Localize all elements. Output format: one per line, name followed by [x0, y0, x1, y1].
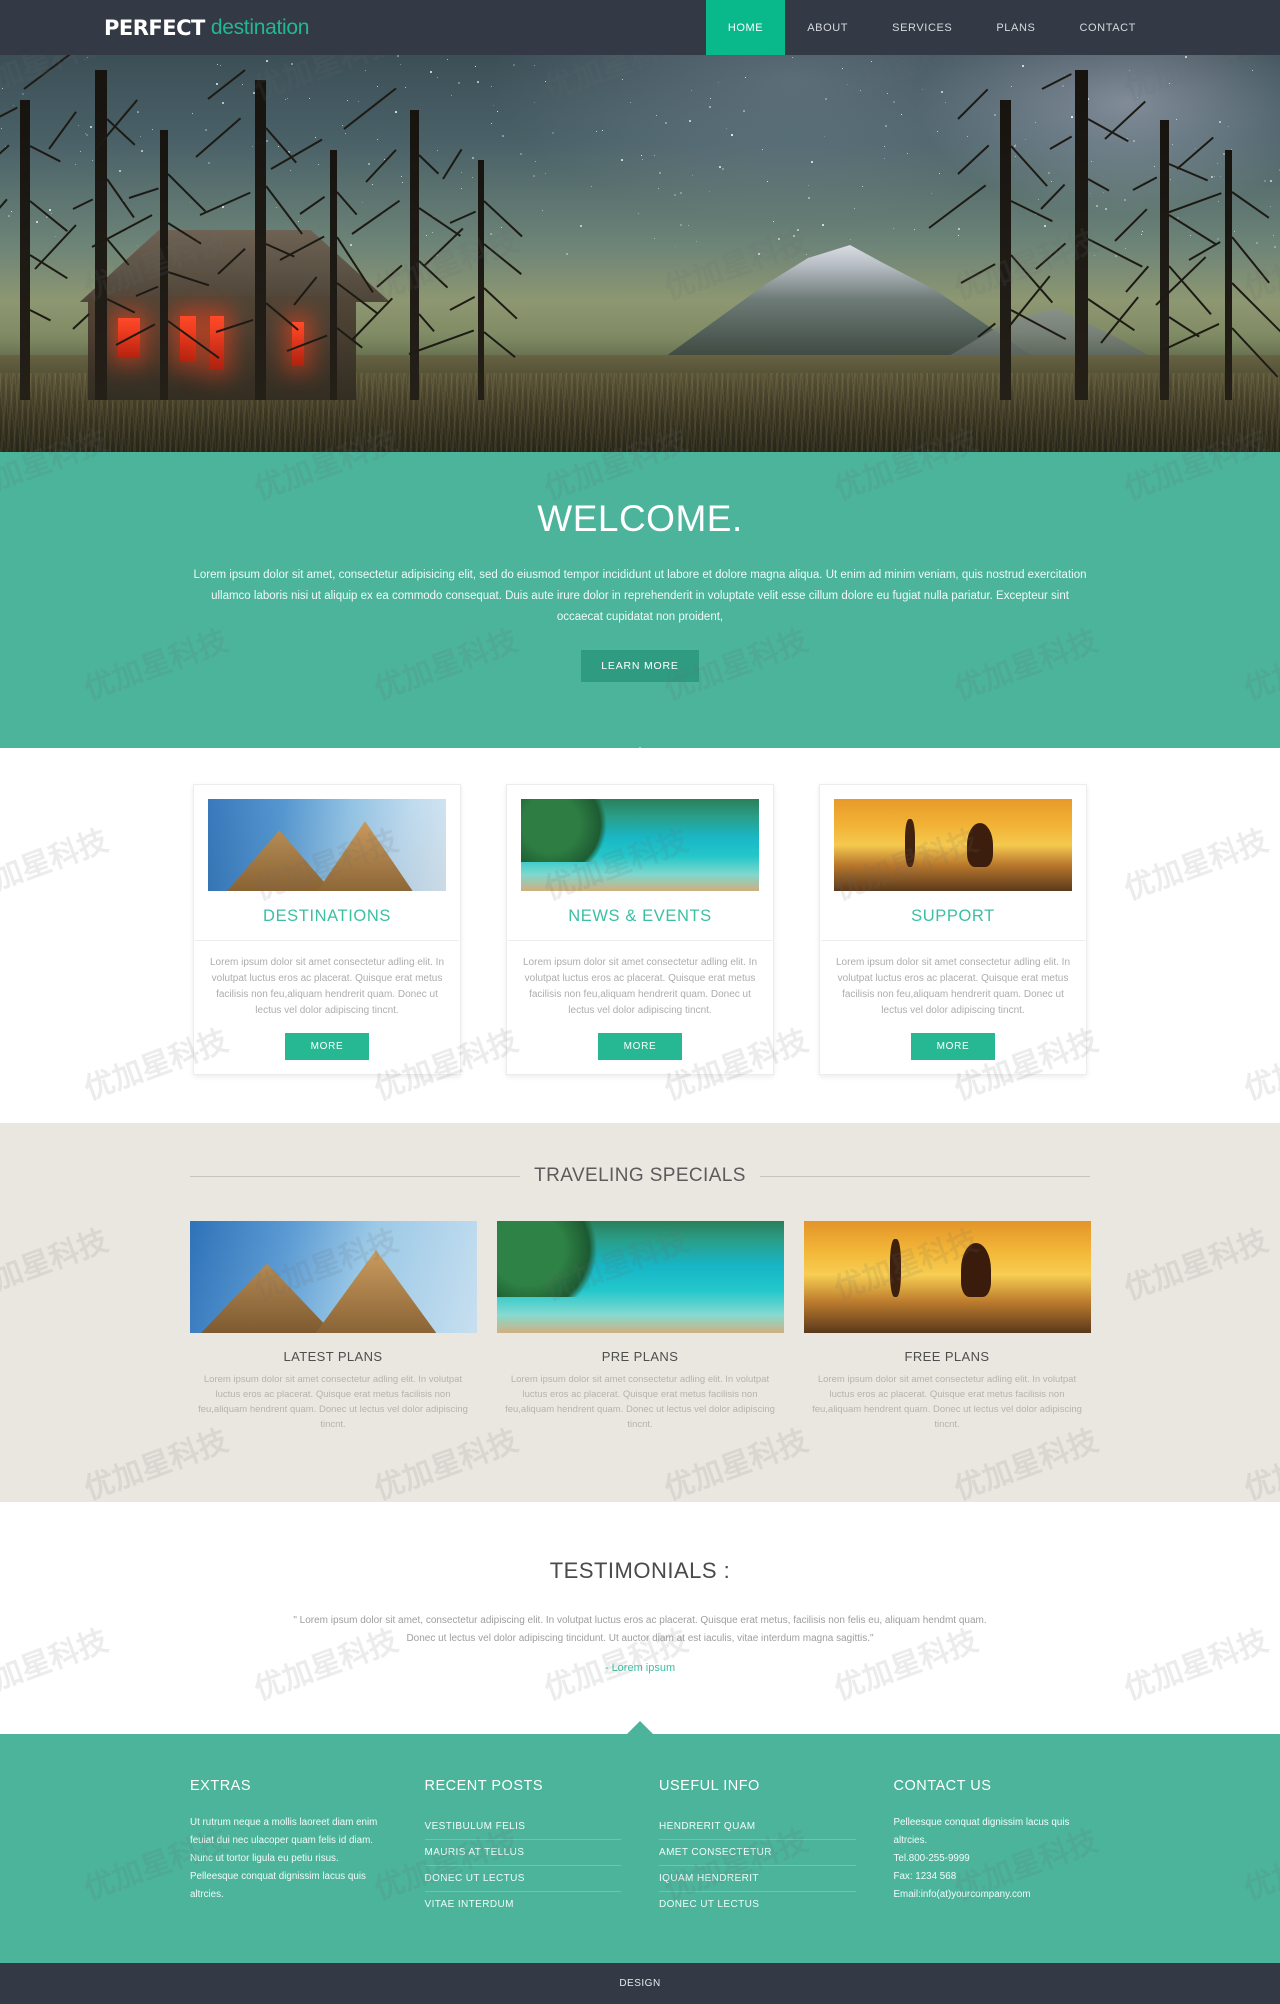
contact-telephone: Tel.800-255-9999	[894, 1850, 1091, 1868]
testimonial-quote: " Lorem ipsum dolor sit amet, consectetu…	[280, 1612, 1000, 1648]
list-item[interactable]: DONEC UT LECTUS	[425, 1866, 622, 1892]
footer-heading-contact-us: CONTACT US	[894, 1778, 1091, 1794]
footer-column-recent-posts: RECENT POSTS VESTIBULUM FELIS MAURIS AT …	[425, 1778, 622, 1917]
site-footer: EXTRAS Ut rutrum neque a mollis laoreet …	[0, 1734, 1280, 1963]
nav-item-services[interactable]: SERVICES	[870, 0, 974, 55]
card-image-beach	[521, 799, 759, 891]
list-item[interactable]: IQUAM HENDRERIT	[659, 1866, 856, 1892]
service-card-support[interactable]: SUPPORT Lorem ipsum dolor sit amet conse…	[819, 784, 1087, 1075]
footer-column-useful-info: USEFUL INFO HENDRERIT QUAM AMET CONSECTE…	[659, 1778, 856, 1917]
nav-item-about[interactable]: ABOUT	[785, 0, 870, 55]
useful-info-list: HENDRERIT QUAM AMET CONSECTETUR IQUAM HE…	[659, 1814, 856, 1917]
list-item[interactable]: VESTIBULUM FELIS	[425, 1814, 622, 1840]
hero-banner	[0, 55, 1280, 452]
special-title: PRE PLANS	[497, 1333, 784, 1372]
card-title: SUPPORT	[821, 891, 1085, 941]
testimonial-author: - Lorem ipsum	[0, 1662, 1280, 1674]
hero-foreground-shadow	[0, 332, 1280, 452]
specials-heading-row: TRAVELING SPECIALS	[190, 1165, 1090, 1187]
card-text: Lorem ipsum dolor sit amet consectetur a…	[820, 941, 1086, 1019]
footer-heading-recent-posts: RECENT POSTS	[425, 1778, 622, 1794]
learn-more-button[interactable]: LEARN MORE	[581, 650, 698, 682]
list-item[interactable]: MAURIS AT TELLUS	[425, 1840, 622, 1866]
footer-bottom-bar: DESIGN	[0, 1963, 1280, 2004]
divider-right	[760, 1176, 1090, 1177]
testimonials-section: TESTIMONIALS : " Lorem ipsum dolor sit a…	[0, 1502, 1280, 1734]
list-item[interactable]: VITAE INTERDUM	[425, 1892, 622, 1917]
testimonials-heading: TESTIMONIALS :	[0, 1558, 1280, 1584]
contact-blurb: Pelleesque conquat dignissim lacus quis …	[894, 1814, 1091, 1850]
card-title: DESTINATIONS	[195, 891, 459, 941]
card-more-button[interactable]: MORE	[285, 1033, 370, 1060]
special-title: FREE PLANS	[804, 1333, 1091, 1372]
service-card-destinations[interactable]: DESTINATIONS Lorem ipsum dolor sit amet …	[193, 784, 461, 1075]
design-credit: DESIGN	[619, 1978, 660, 1989]
special-text: Lorem ipsum dolor sit amet consectetur a…	[190, 1372, 477, 1432]
service-cards-section: DESTINATIONS Lorem ipsum dolor sit amet …	[0, 748, 1280, 1123]
logo-text-strong: PERFECT	[104, 16, 205, 40]
card-more-button[interactable]: MORE	[598, 1033, 683, 1060]
main-navigation: HOME ABOUT SERVICES PLANS CONTACT	[706, 0, 1280, 55]
divider-left	[190, 1176, 520, 1177]
contact-fax: Fax: 1234 568	[894, 1868, 1091, 1886]
card-image-pyramids	[208, 799, 446, 891]
nav-item-contact[interactable]: CONTACT	[1057, 0, 1158, 55]
special-text: Lorem ipsum dolor sit amet consectetur a…	[804, 1372, 1091, 1432]
special-text: Lorem ipsum dolor sit amet consectetur a…	[497, 1372, 784, 1432]
site-header: PERFECT destination HOME ABOUT SERVICES …	[0, 0, 1280, 55]
footer-heading-useful-info: USEFUL INFO	[659, 1778, 856, 1794]
card-text: Lorem ipsum dolor sit amet consectetur a…	[507, 941, 773, 1019]
recent-posts-list: VESTIBULUM FELIS MAURIS AT TELLUS DONEC …	[425, 1814, 622, 1917]
special-item-latest-plans[interactable]: LATEST PLANS Lorem ipsum dolor sit amet …	[190, 1221, 477, 1432]
welcome-section: WELCOME. Lorem ipsum dolor sit amet, con…	[0, 452, 1280, 748]
list-item[interactable]: DONEC UT LECTUS	[659, 1892, 856, 1917]
special-item-pre-plans[interactable]: PRE PLANS Lorem ipsum dolor sit amet con…	[497, 1221, 784, 1432]
site-logo[interactable]: PERFECT destination	[0, 0, 309, 55]
specials-heading: TRAVELING SPECIALS	[520, 1165, 760, 1187]
card-title: NEWS & EVENTS	[508, 891, 772, 941]
special-title: LATEST PLANS	[190, 1333, 477, 1372]
contact-email[interactable]: Email:info(at)yourcompany.com	[894, 1886, 1091, 1904]
welcome-paragraph: Lorem ipsum dolor sit amet, consectetur …	[190, 565, 1090, 628]
card-image-sunset-couple	[834, 799, 1072, 891]
nav-item-plans[interactable]: PLANS	[974, 0, 1057, 55]
special-image-sunset-couple	[804, 1221, 1091, 1333]
welcome-title: WELCOME.	[0, 498, 1280, 540]
footer-column-extras: EXTRAS Ut rutrum neque a mollis laoreet …	[190, 1778, 387, 1917]
testimonials-arrow-icon	[627, 1721, 653, 1734]
page-root: PERFECT destination HOME ABOUT SERVICES …	[0, 0, 1280, 2004]
footer-extras-text: Ut rutrum neque a mollis laoreet diam en…	[190, 1814, 387, 1904]
card-more-button[interactable]: MORE	[911, 1033, 996, 1060]
special-image-beach	[497, 1221, 784, 1333]
list-item[interactable]: HENDRERIT QUAM	[659, 1814, 856, 1840]
traveling-specials-section: TRAVELING SPECIALS LATEST PLANS Lorem ip…	[0, 1123, 1280, 1502]
footer-columns: EXTRAS Ut rutrum neque a mollis laoreet …	[190, 1778, 1090, 1917]
card-text: Lorem ipsum dolor sit amet consectetur a…	[194, 941, 460, 1019]
specials-row: LATEST PLANS Lorem ipsum dolor sit amet …	[0, 1221, 1280, 1432]
footer-heading-extras: EXTRAS	[190, 1778, 387, 1794]
logo-text-light: destination	[211, 16, 309, 40]
list-item[interactable]: AMET CONSECTETUR	[659, 1840, 856, 1866]
special-item-free-plans[interactable]: FREE PLANS Lorem ipsum dolor sit amet co…	[804, 1221, 1091, 1432]
nav-item-home[interactable]: HOME	[706, 0, 785, 55]
special-image-pyramids	[190, 1221, 477, 1333]
service-card-news-events[interactable]: NEWS & EVENTS Lorem ipsum dolor sit amet…	[506, 784, 774, 1075]
footer-column-contact-us: CONTACT US Pelleesque conquat dignissim …	[894, 1778, 1091, 1917]
welcome-arrow-icon	[627, 747, 653, 760]
